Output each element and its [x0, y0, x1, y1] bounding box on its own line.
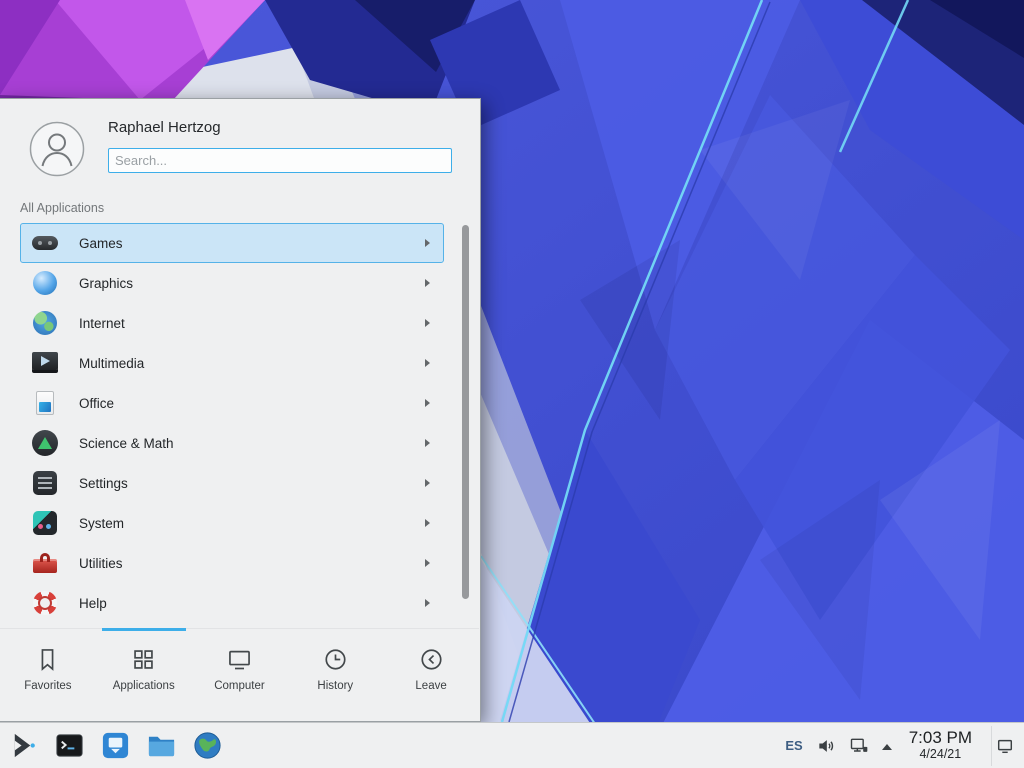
chevron-right-icon [425, 279, 430, 287]
system-icon [31, 509, 59, 537]
category-label: Science & Math [79, 436, 174, 451]
multimedia-icon [31, 349, 59, 377]
user-name: Raphael Hertzog [108, 119, 221, 136]
show-desktop-button[interactable] [991, 726, 1018, 766]
clock-time: 7:03 PM [909, 729, 972, 748]
tab-computer[interactable]: Computer [192, 629, 288, 722]
tab-label: History [317, 680, 353, 692]
category-help[interactable]: Help [20, 583, 444, 623]
user-avatar[interactable] [29, 121, 85, 177]
utilities-icon [31, 549, 59, 577]
application-launcher-menu: Raphael Hertzog All Applications Games G… [0, 98, 481, 722]
expand-tray-icon[interactable] [882, 744, 892, 750]
computer-icon [226, 646, 253, 673]
file-manager-icon[interactable] [145, 729, 178, 762]
office-icon [31, 389, 59, 417]
system-tray: ES 7:03 PM 4/24/21 [785, 726, 1024, 766]
tab-leave[interactable]: Leave [383, 629, 479, 722]
terminal-icon[interactable] [53, 729, 86, 762]
category-utilities[interactable]: Utilities [20, 543, 444, 583]
scrollbar-thumb[interactable] [462, 225, 469, 599]
chevron-right-icon [425, 399, 430, 407]
games-icon [31, 229, 59, 257]
app-launcher-icon[interactable] [7, 729, 40, 762]
menu-tab-bar: Favorites Applications Computer [0, 628, 479, 722]
clock-date: 4/24/21 [909, 748, 972, 762]
tab-label: Applications [113, 680, 175, 692]
chevron-right-icon [425, 359, 430, 367]
leave-icon [418, 646, 445, 673]
chevron-right-icon [425, 319, 430, 327]
chevron-right-icon [425, 519, 430, 527]
taskbar-launchers [0, 729, 224, 762]
tab-label: Favorites [24, 680, 71, 692]
category-label: Help [79, 596, 107, 611]
search-input[interactable] [108, 148, 452, 173]
category-label: Graphics [79, 276, 133, 291]
chevron-right-icon [425, 479, 430, 487]
chevron-right-icon [425, 559, 430, 567]
science-icon [31, 429, 59, 457]
category-label: Internet [79, 316, 125, 331]
tab-label: Leave [415, 680, 446, 692]
category-graphics[interactable]: Graphics [20, 263, 444, 303]
taskbar: ES 7:03 PM 4/24/21 [0, 722, 1024, 768]
category-science-math[interactable]: Science & Math [20, 423, 444, 463]
category-label: Settings [79, 476, 128, 491]
category-system[interactable]: System [20, 503, 444, 543]
history-clock-icon [322, 646, 349, 673]
chevron-right-icon [425, 439, 430, 447]
category-label: Office [79, 396, 114, 411]
tab-applications[interactable]: Applications [96, 629, 192, 722]
tab-history[interactable]: History [287, 629, 383, 722]
volume-icon[interactable] [816, 736, 836, 756]
category-settings[interactable]: Settings [20, 463, 444, 503]
keyboard-layout-indicator[interactable]: ES [785, 738, 802, 753]
settings-icon [31, 469, 59, 497]
category-label: System [79, 516, 124, 531]
tab-favorites[interactable]: Favorites [0, 629, 96, 722]
category-multimedia[interactable]: Multimedia [20, 343, 444, 383]
category-label: Multimedia [79, 356, 144, 371]
graphics-icon [31, 269, 59, 297]
bookmark-icon [34, 646, 61, 673]
section-label: All Applications [20, 201, 104, 215]
web-browser-icon[interactable] [191, 729, 224, 762]
scrollbar[interactable] [462, 223, 469, 628]
chevron-right-icon [425, 599, 430, 607]
chevron-right-icon [425, 239, 430, 247]
tab-label: Computer [214, 680, 265, 692]
network-icon[interactable] [849, 736, 869, 756]
menu-header: Raphael Hertzog [0, 99, 480, 191]
category-internet[interactable]: Internet [20, 303, 444, 343]
internet-icon [31, 309, 59, 337]
clock[interactable]: 7:03 PM 4/24/21 [909, 729, 972, 762]
category-label: Games [79, 236, 123, 251]
category-office[interactable]: Office [20, 383, 444, 423]
category-games[interactable]: Games [20, 223, 444, 263]
category-label: Utilities [79, 556, 123, 571]
app-grid-icon [130, 646, 157, 673]
category-list: Games Graphics Internet Multimedia Offic [20, 223, 446, 628]
help-icon [31, 589, 59, 617]
software-center-icon[interactable] [99, 729, 132, 762]
desktop: Raphael Hertzog All Applications Games G… [0, 0, 1024, 768]
